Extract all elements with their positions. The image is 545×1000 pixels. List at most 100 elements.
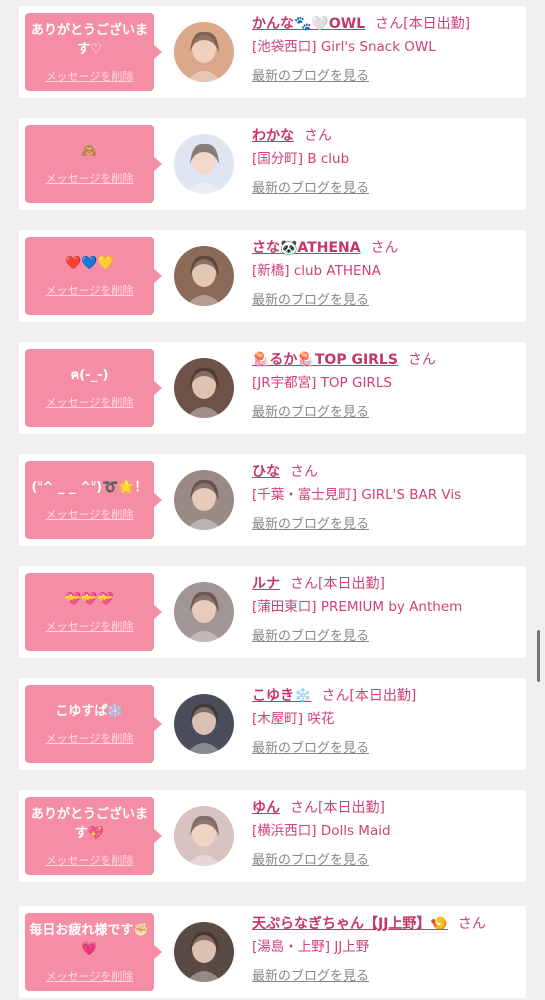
latest-blog-link[interactable]: 最新のブログを見る (252, 849, 369, 868)
delete-message-link[interactable]: メッセージを削除 (46, 618, 134, 634)
delete-message-link[interactable]: メッセージを削除 (46, 282, 134, 298)
list-item: ありがとうございます💖 メッセージを削除 ゆん さん[本日出勤] [横浜西口] D… (19, 790, 526, 882)
shop-label: [木屋町] 咲花 (252, 711, 335, 727)
avatar-photo (174, 582, 234, 642)
shop-label: [JR宇都宮] TOP GIRLS (252, 375, 392, 391)
name-suffix: さん (407, 352, 436, 368)
name-line: ひな さん (252, 461, 520, 483)
cast-name-link[interactable]: ルナ (252, 576, 280, 592)
avatar-photo (174, 470, 234, 530)
name-suffix: さん[本日出勤] (321, 688, 417, 704)
message-bubble: ありがとうございます♡ メッセージを削除 (25, 13, 162, 91)
avatar[interactable] (174, 470, 234, 530)
list-item: (ᐡ^ _ _ ^ᐡ)➰🌟！ メッセージを削除 ひな さん [千葉・富士見町] G… (19, 454, 526, 546)
name-suffix: さん (457, 916, 486, 932)
name-suffix: さん[本日出勤] (290, 800, 385, 816)
latest-blog-link[interactable]: 最新のブログを見る (252, 737, 369, 756)
shop-label: [新橋] club ATHENA (252, 263, 381, 279)
cast-name-link[interactable]: さな🐼ATHENA (252, 240, 361, 256)
latest-blog-link[interactable]: 最新のブログを見る (252, 289, 369, 308)
profile-info: ひな さん [千葉・富士見町] GIRL'S BAR Vis 最新のブログを見る (252, 461, 520, 532)
avatar-photo (174, 134, 234, 194)
avatar-photo (174, 22, 234, 82)
list-item: ありがとうございます♡ メッセージを削除 かんな🐾🤍OWL さん[本日出勤] [池… (19, 6, 526, 98)
name-line: 天ぷらなぎちゃん【JJ上野】🍤 さん (252, 913, 520, 935)
latest-blog-link[interactable]: 最新のブログを見る (252, 401, 369, 420)
message-bubble: ❤️💙💛 メッセージを削除 (25, 237, 162, 315)
cast-name-link[interactable]: かんな🐾🤍OWL (252, 16, 365, 32)
avatar[interactable] (174, 134, 234, 194)
shop-label: [千葉・富士見町] GIRL'S BAR Vis (252, 487, 462, 503)
cast-name-link[interactable]: ひな (252, 464, 280, 480)
list-item: 💝💝💝 メッセージを削除 ルナ さん[本日出勤] [蒲田東口] PREMIUM b… (19, 566, 526, 658)
name-suffix: さん[本日出勤] (375, 16, 471, 32)
latest-blog-link[interactable]: 最新のブログを見る (252, 513, 369, 532)
message-text: ❤️💙💛 (65, 256, 114, 271)
name-suffix: さん (370, 240, 399, 256)
name-line: さな🐼ATHENA さん (252, 237, 520, 259)
delete-message-link[interactable]: メッセージを削除 (46, 170, 134, 186)
profile-info: こゆき❄️ さん[本日出勤] [木屋町] 咲花 最新のブログを見る (252, 685, 520, 756)
message-text: ฅ(-_-) (70, 368, 109, 383)
avatar[interactable] (174, 582, 234, 642)
latest-blog-link[interactable]: 最新のブログを見る (252, 965, 369, 984)
avatar-photo (174, 694, 234, 754)
name-suffix: さん (290, 464, 318, 480)
profile-info: さな🐼ATHENA さん [新橋] club ATHENA 最新のブログを見る (252, 237, 520, 308)
cast-name-link[interactable]: 天ぷらなぎちゃん【JJ上野】🍤 (252, 916, 448, 932)
message-bubble: ฅ(-_-) メッセージを削除 (25, 349, 162, 427)
shop-label: [横浜西口] Dolls Maid (252, 823, 391, 839)
cast-name-link[interactable]: 🪼るか🪼TOP GIRLS (252, 352, 398, 368)
avatar[interactable] (174, 806, 234, 866)
avatar-photo (174, 806, 234, 866)
shop-label: [蒲田東口] PREMIUM by Anthem (252, 599, 463, 615)
latest-blog-link[interactable]: 最新のブログを見る (252, 177, 369, 196)
avatar[interactable] (174, 922, 234, 982)
avatar-photo (174, 358, 234, 418)
cast-name-link[interactable]: ゆん (252, 800, 280, 816)
latest-blog-link[interactable]: 最新のブログを見る (252, 65, 369, 84)
message-bubble: 🙈 メッセージを削除 (25, 125, 162, 203)
name-line: わかな さん (252, 125, 520, 147)
scrollbar[interactable] (537, 630, 540, 682)
delete-message-link[interactable]: メッセージを削除 (46, 968, 134, 984)
message-bubble: (ᐡ^ _ _ ^ᐡ)➰🌟！ メッセージを削除 (25, 461, 162, 539)
list-item: こゆすぱ❄️ メッセージを削除 こゆき❄️ さん[本日出勤] [木屋町] 咲花 最… (19, 678, 526, 770)
list-item: 🙈 メッセージを削除 わかな さん [国分町] B club 最新のブログを見る (19, 118, 526, 210)
name-line: ゆん さん[本日出勤] (252, 797, 520, 819)
message-text: こゆすぱ❄️ (55, 704, 124, 719)
profile-info: ゆん さん[本日出勤] [横浜西口] Dolls Maid 最新のブログを見る (252, 797, 520, 868)
avatar[interactable] (174, 694, 234, 754)
avatar[interactable] (174, 22, 234, 82)
name-line: かんな🐾🤍OWL さん[本日出勤] (252, 13, 520, 35)
avatar[interactable] (174, 246, 234, 306)
message-text: ありがとうございます💖 (30, 806, 148, 841)
latest-blog-link[interactable]: 最新のブログを見る (252, 625, 369, 644)
delete-message-link[interactable]: メッセージを削除 (46, 68, 134, 84)
list-item: ❤️💙💛 メッセージを削除 さな🐼ATHENA さん [新橋] club ATHE… (19, 230, 526, 322)
shop-label: [国分町] B club (252, 151, 350, 167)
name-line: 🪼るか🪼TOP GIRLS さん (252, 349, 520, 371)
avatar-photo (174, 246, 234, 306)
shop-label: [池袋西口] Girl's Snack OWL (252, 39, 436, 55)
message-text: ありがとうございます♡ (30, 22, 148, 57)
avatar[interactable] (174, 358, 234, 418)
delete-message-link[interactable]: メッセージを削除 (46, 852, 134, 868)
list-item: ฅ(-_-) メッセージを削除 🪼るか🪼TOP GIRLS さん [JR宇都宮] … (19, 342, 526, 434)
cast-name-link[interactable]: わかな (252, 128, 294, 144)
cast-name-link[interactable]: こゆき❄️ (252, 688, 311, 704)
delete-message-link[interactable]: メッセージを削除 (46, 394, 134, 410)
list-item: 毎日お疲れ様です✊🏻💗 メッセージを削除 天ぷらなぎちゃん【JJ上野】🍤 さん [… (19, 906, 526, 998)
message-bubble: 毎日お疲れ様です✊🏻💗 メッセージを削除 (25, 913, 162, 991)
name-line: ルナ さん[本日出勤] (252, 573, 520, 595)
avatar-photo (174, 922, 234, 982)
message-bubble: こゆすぱ❄️ メッセージを削除 (25, 685, 162, 763)
delete-message-link[interactable]: メッセージを削除 (46, 730, 134, 746)
message-text: 💝💝💝 (65, 592, 114, 607)
message-text: 🙈 (81, 144, 98, 159)
message-bubble: ありがとうございます💖 メッセージを削除 (25, 797, 162, 875)
profile-info: かんな🐾🤍OWL さん[本日出勤] [池袋西口] Girl's Snack OWL… (252, 13, 520, 84)
name-suffix: さん (304, 128, 332, 144)
profile-info: 🪼るか🪼TOP GIRLS さん [JR宇都宮] TOP GIRLS 最新のブログ… (252, 349, 520, 420)
delete-message-link[interactable]: メッセージを削除 (46, 506, 134, 522)
